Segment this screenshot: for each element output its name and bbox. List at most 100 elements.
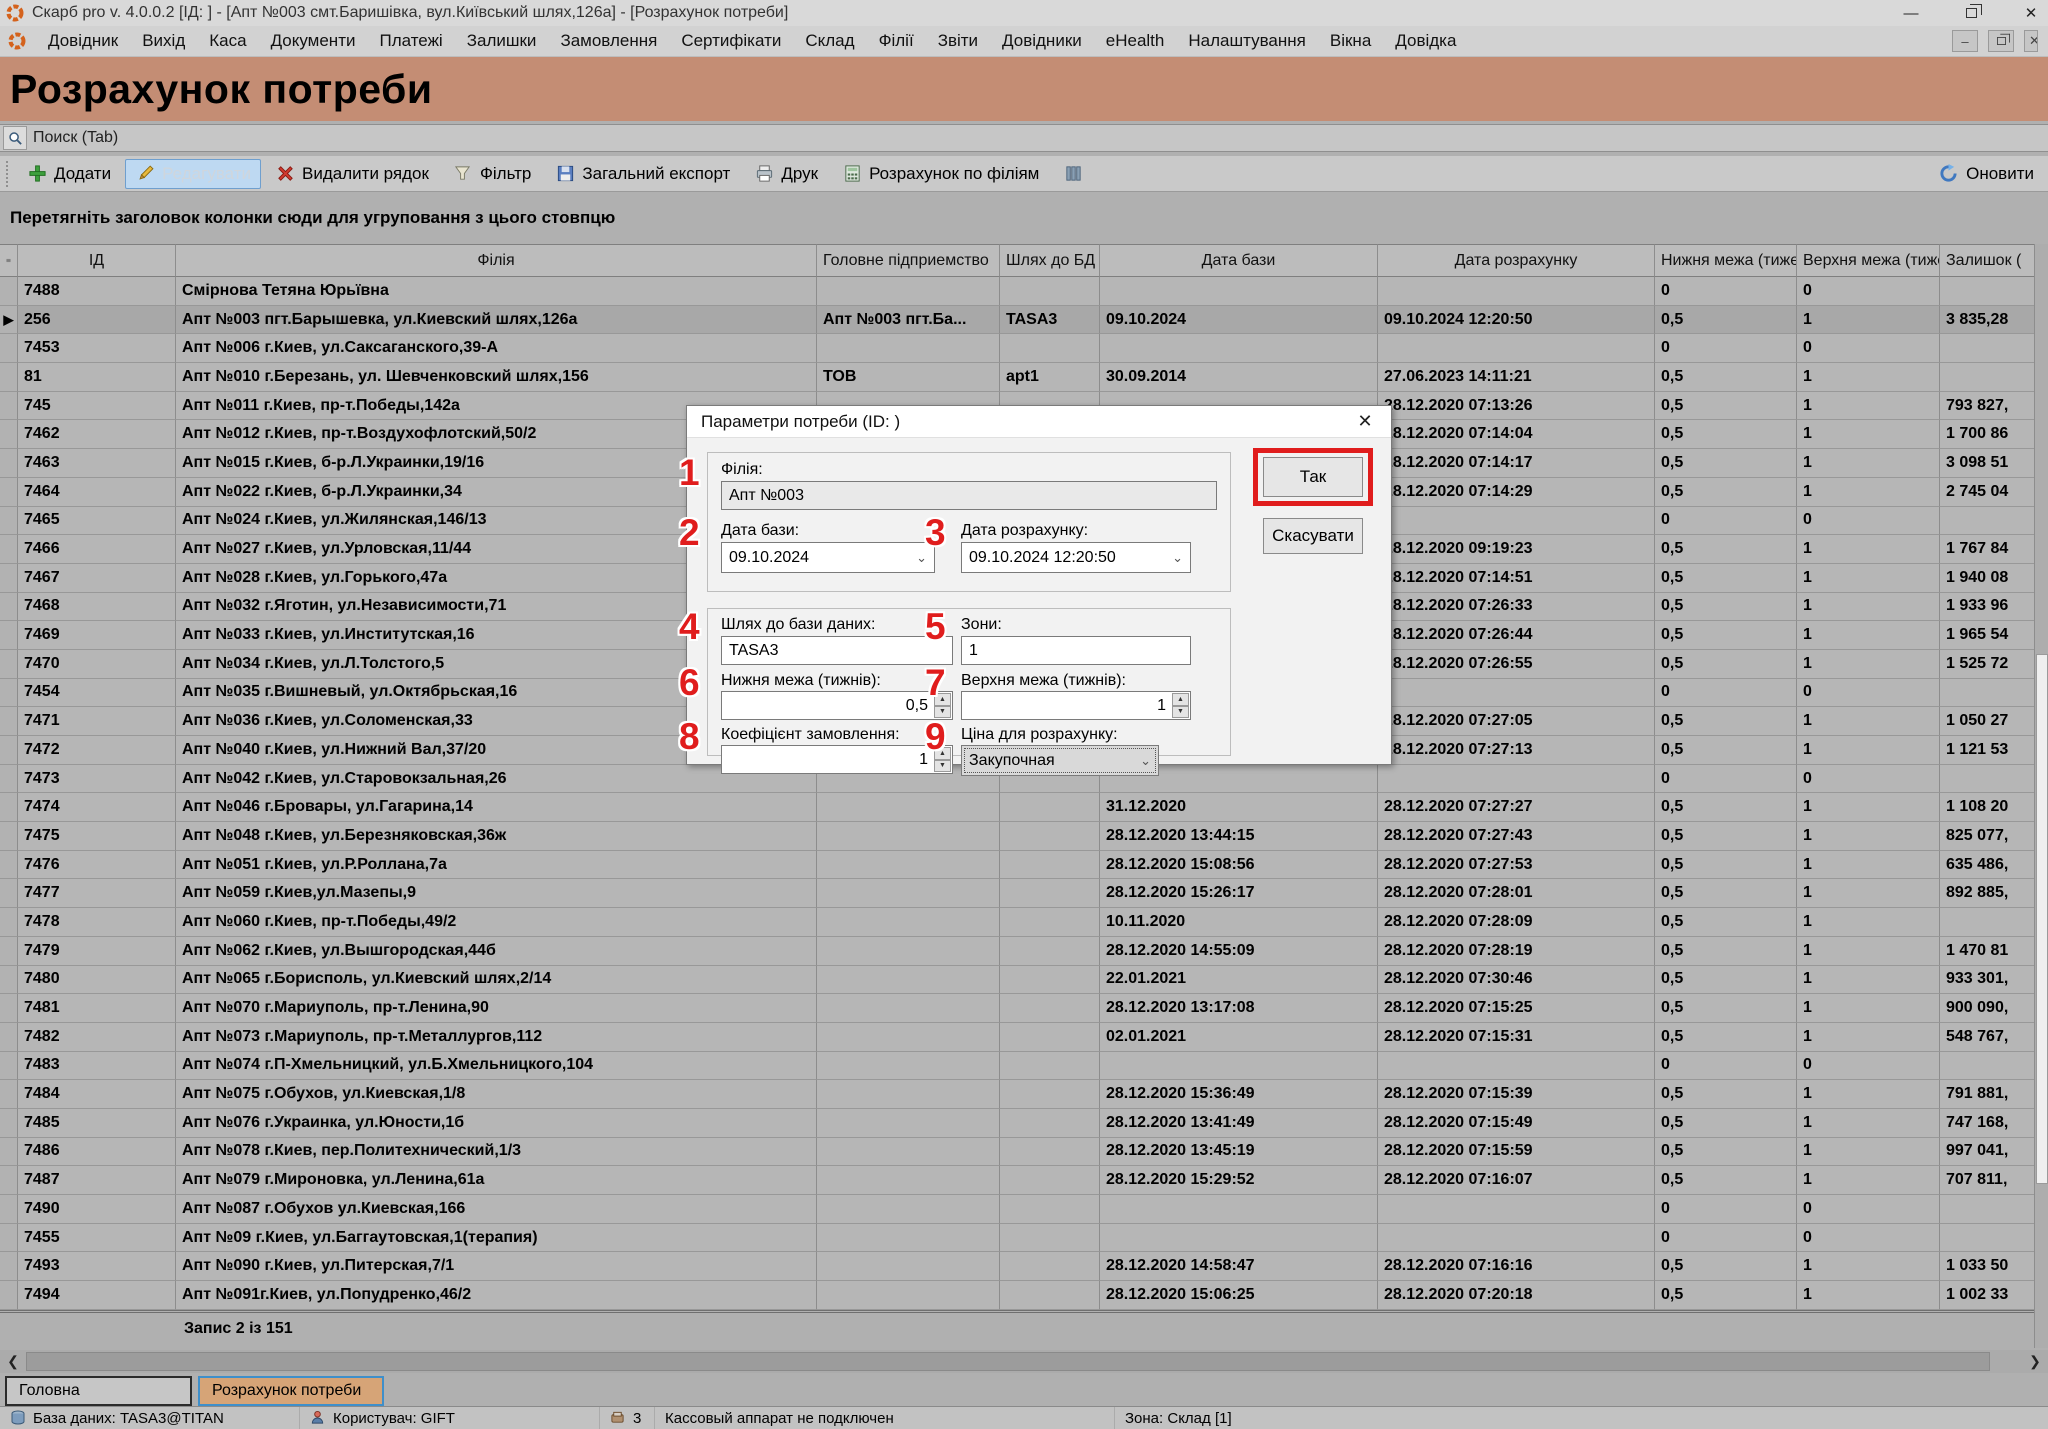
print-button[interactable]: Друк <box>744 159 828 189</box>
column-header[interactable]: Дата бази <box>1100 244 1378 277</box>
data-bazy-combo[interactable]: 09.10.2024⌄ <box>721 542 935 573</box>
menu-item-7[interactable]: Замовлення <box>548 28 669 54</box>
row-selector[interactable] <box>0 793 18 822</box>
delete-row-button[interactable]: Видалити рядок <box>265 159 439 189</box>
menu-item-16[interactable]: Довідка <box>1383 28 1468 54</box>
menu-item-15[interactable]: Вікна <box>1318 28 1383 54</box>
koef-spinner[interactable]: 1 ▲▼ <box>721 745 953 774</box>
spinner-arrows-icon[interactable]: ▲▼ <box>1172 693 1189 718</box>
menu-item-9[interactable]: Склад <box>793 28 866 54</box>
tsina-combo[interactable]: Закупочная⌄ <box>961 745 1159 776</box>
row-selector[interactable]: ▶ <box>0 306 18 335</box>
row-selector[interactable] <box>0 966 18 995</box>
menu-item-10[interactable]: Філії <box>867 28 926 54</box>
export-button[interactable]: Загальний експорт <box>545 159 740 189</box>
horizontal-scrollbar[interactable]: ❮ ❯ <box>0 1350 2048 1373</box>
menu-item-11[interactable]: Звіти <box>926 28 990 54</box>
row-selector[interactable] <box>0 851 18 880</box>
row-selector[interactable] <box>0 1166 18 1195</box>
search-bar[interactable]: Поиск (Tab) <box>0 124 2048 152</box>
row-selector[interactable] <box>0 277 18 306</box>
refresh-button[interactable]: Оновити <box>1966 164 2034 184</box>
table-row[interactable]: 7484Апт №075 г.Обухов, ул.Киевская,1/828… <box>0 1080 2048 1109</box>
table-row[interactable]: 7475Апт №048 г.Киев, ул.Березняковская,3… <box>0 822 2048 851</box>
filter-button[interactable]: Фільтр <box>443 159 541 189</box>
scroll-left-icon[interactable]: ❮ <box>0 1350 26 1373</box>
column-header[interactable]: Нижня межа (тижень) <box>1655 244 1797 277</box>
table-row[interactable]: 7494Апт №091г.Киев, ул.Попудренко,46/228… <box>0 1281 2048 1310</box>
vertical-scrollbar[interactable] <box>2034 244 2048 1348</box>
table-row[interactable]: 7482Апт №073 г.Мариуполь, пр-т.Металлург… <box>0 1023 2048 1052</box>
table-row[interactable]: 7485Апт №076 г.Украинка, ул.Юности,1б28.… <box>0 1109 2048 1138</box>
dialog-close-icon[interactable]: ✕ <box>1353 411 1377 432</box>
table-row[interactable]: 7480Апт №065 г.Борисполь, ул.Киевский шл… <box>0 966 2048 995</box>
zony-field[interactable]: 1 <box>961 636 1191 665</box>
row-selector[interactable] <box>0 1195 18 1224</box>
row-selector[interactable] <box>0 908 18 937</box>
row-selector[interactable] <box>0 449 18 478</box>
row-selector[interactable] <box>0 679 18 708</box>
row-selector[interactable] <box>0 1023 18 1052</box>
dialog-title-bar[interactable]: Параметри потреби (ID: ) ✕ <box>687 406 1391 438</box>
menu-item-13[interactable]: eHealth <box>1094 28 1177 54</box>
row-selector[interactable] <box>0 363 18 392</box>
table-row[interactable]: 7493Апт №090 г.Киев, ул.Питерская,7/128.… <box>0 1252 2048 1281</box>
row-selector[interactable] <box>0 1080 18 1109</box>
table-row[interactable]: 7479Апт №062 г.Киев, ул.Вышгородская,44б… <box>0 937 2048 966</box>
row-selector[interactable] <box>0 1224 18 1253</box>
shlyah-field[interactable]: TASA3 <box>721 636 953 665</box>
table-row[interactable]: 7474Апт №046 г.Бровары, ул.Гагарина,1431… <box>0 793 2048 822</box>
column-header[interactable]: Шлях до БД <box>1000 244 1100 277</box>
row-selector[interactable] <box>0 1252 18 1281</box>
calc-by-branches-button[interactable]: Розрахунок по філіям <box>832 159 1049 189</box>
ok-button[interactable]: Так <box>1263 457 1363 497</box>
table-row[interactable]: ▶256Апт №003 пгт.Барышевка, ул.Киевский … <box>0 306 2048 335</box>
column-chooser[interactable] <box>0 244 18 277</box>
menu-item-12[interactable]: Довідники <box>990 28 1094 54</box>
row-selector[interactable] <box>0 593 18 622</box>
menu-item-4[interactable]: Документи <box>259 28 368 54</box>
table-row[interactable]: 7490Апт №087 г.Обухов ул.Киевская,16600 <box>0 1195 2048 1224</box>
table-row[interactable]: 7478Апт №060 г.Киев, пр-т.Победы,49/210.… <box>0 908 2048 937</box>
mdi-minimize-icon[interactable]: – <box>1952 30 1978 52</box>
menu-item-14[interactable]: Налаштування <box>1176 28 1318 54</box>
tab-golovna[interactable]: Головна <box>5 1376 192 1406</box>
row-selector[interactable] <box>0 1109 18 1138</box>
menu-item-8[interactable]: Сертифікати <box>669 28 793 54</box>
group-by-area[interactable]: Перетягніть заголовок колонки сюди для у… <box>0 192 2048 244</box>
row-selector[interactable] <box>0 1052 18 1081</box>
row-selector[interactable] <box>0 822 18 851</box>
nyzhnia-spinner[interactable]: 0,5 ▲▼ <box>721 691 953 720</box>
row-selector[interactable] <box>0 879 18 908</box>
menu-item-6[interactable]: Залишки <box>455 28 549 54</box>
mdi-restore-icon[interactable] <box>1988 30 2014 52</box>
column-header[interactable]: Залишок ( <box>1940 244 2048 277</box>
table-row[interactable]: 7476Апт №051 г.Киев, ул.Р.Роллана,7а28.1… <box>0 851 2048 880</box>
row-selector[interactable] <box>0 765 18 794</box>
row-selector[interactable] <box>0 564 18 593</box>
cancel-button[interactable]: Скасувати <box>1263 518 1363 554</box>
table-row[interactable]: 7483Апт №074 г.П-Хмельницкий, ул.Б.Хмель… <box>0 1052 2048 1081</box>
table-row[interactable]: 81Апт №010 г.Березань, ул. Шевченковский… <box>0 363 2048 392</box>
row-selector[interactable] <box>0 507 18 536</box>
table-row[interactable]: 7481Апт №070 г.Мариуполь, пр-т.Ленина,90… <box>0 994 2048 1023</box>
data-rozrahunku-combo[interactable]: 09.10.2024 12:20:50⌄ <box>961 542 1191 573</box>
row-selector[interactable] <box>0 994 18 1023</box>
row-selector[interactable] <box>0 334 18 363</box>
menu-item-3[interactable]: Каса <box>197 28 258 54</box>
table-row[interactable]: 7488Смірнова Тетяна Юрьївна00 <box>0 277 2048 306</box>
close-icon[interactable]: ✕ <box>2020 4 2042 22</box>
table-row[interactable]: 7453Апт №006 г.Киев, ул.Саксаганского,39… <box>0 334 2048 363</box>
row-selector[interactable] <box>0 650 18 679</box>
filia-field[interactable]: Апт №003 <box>721 481 1217 510</box>
menu-item-5[interactable]: Платежі <box>367 28 454 54</box>
restore-icon[interactable] <box>1960 4 1982 22</box>
columns-button[interactable] <box>1053 159 1093 189</box>
row-selector[interactable] <box>0 1281 18 1310</box>
row-selector[interactable] <box>0 535 18 564</box>
column-header[interactable]: Філія <box>176 244 817 277</box>
row-selector[interactable] <box>0 707 18 736</box>
column-header[interactable]: Головне підприемство <box>817 244 1000 277</box>
row-selector[interactable] <box>0 392 18 421</box>
horizontal-scrollbar-thumb[interactable] <box>26 1352 1990 1371</box>
